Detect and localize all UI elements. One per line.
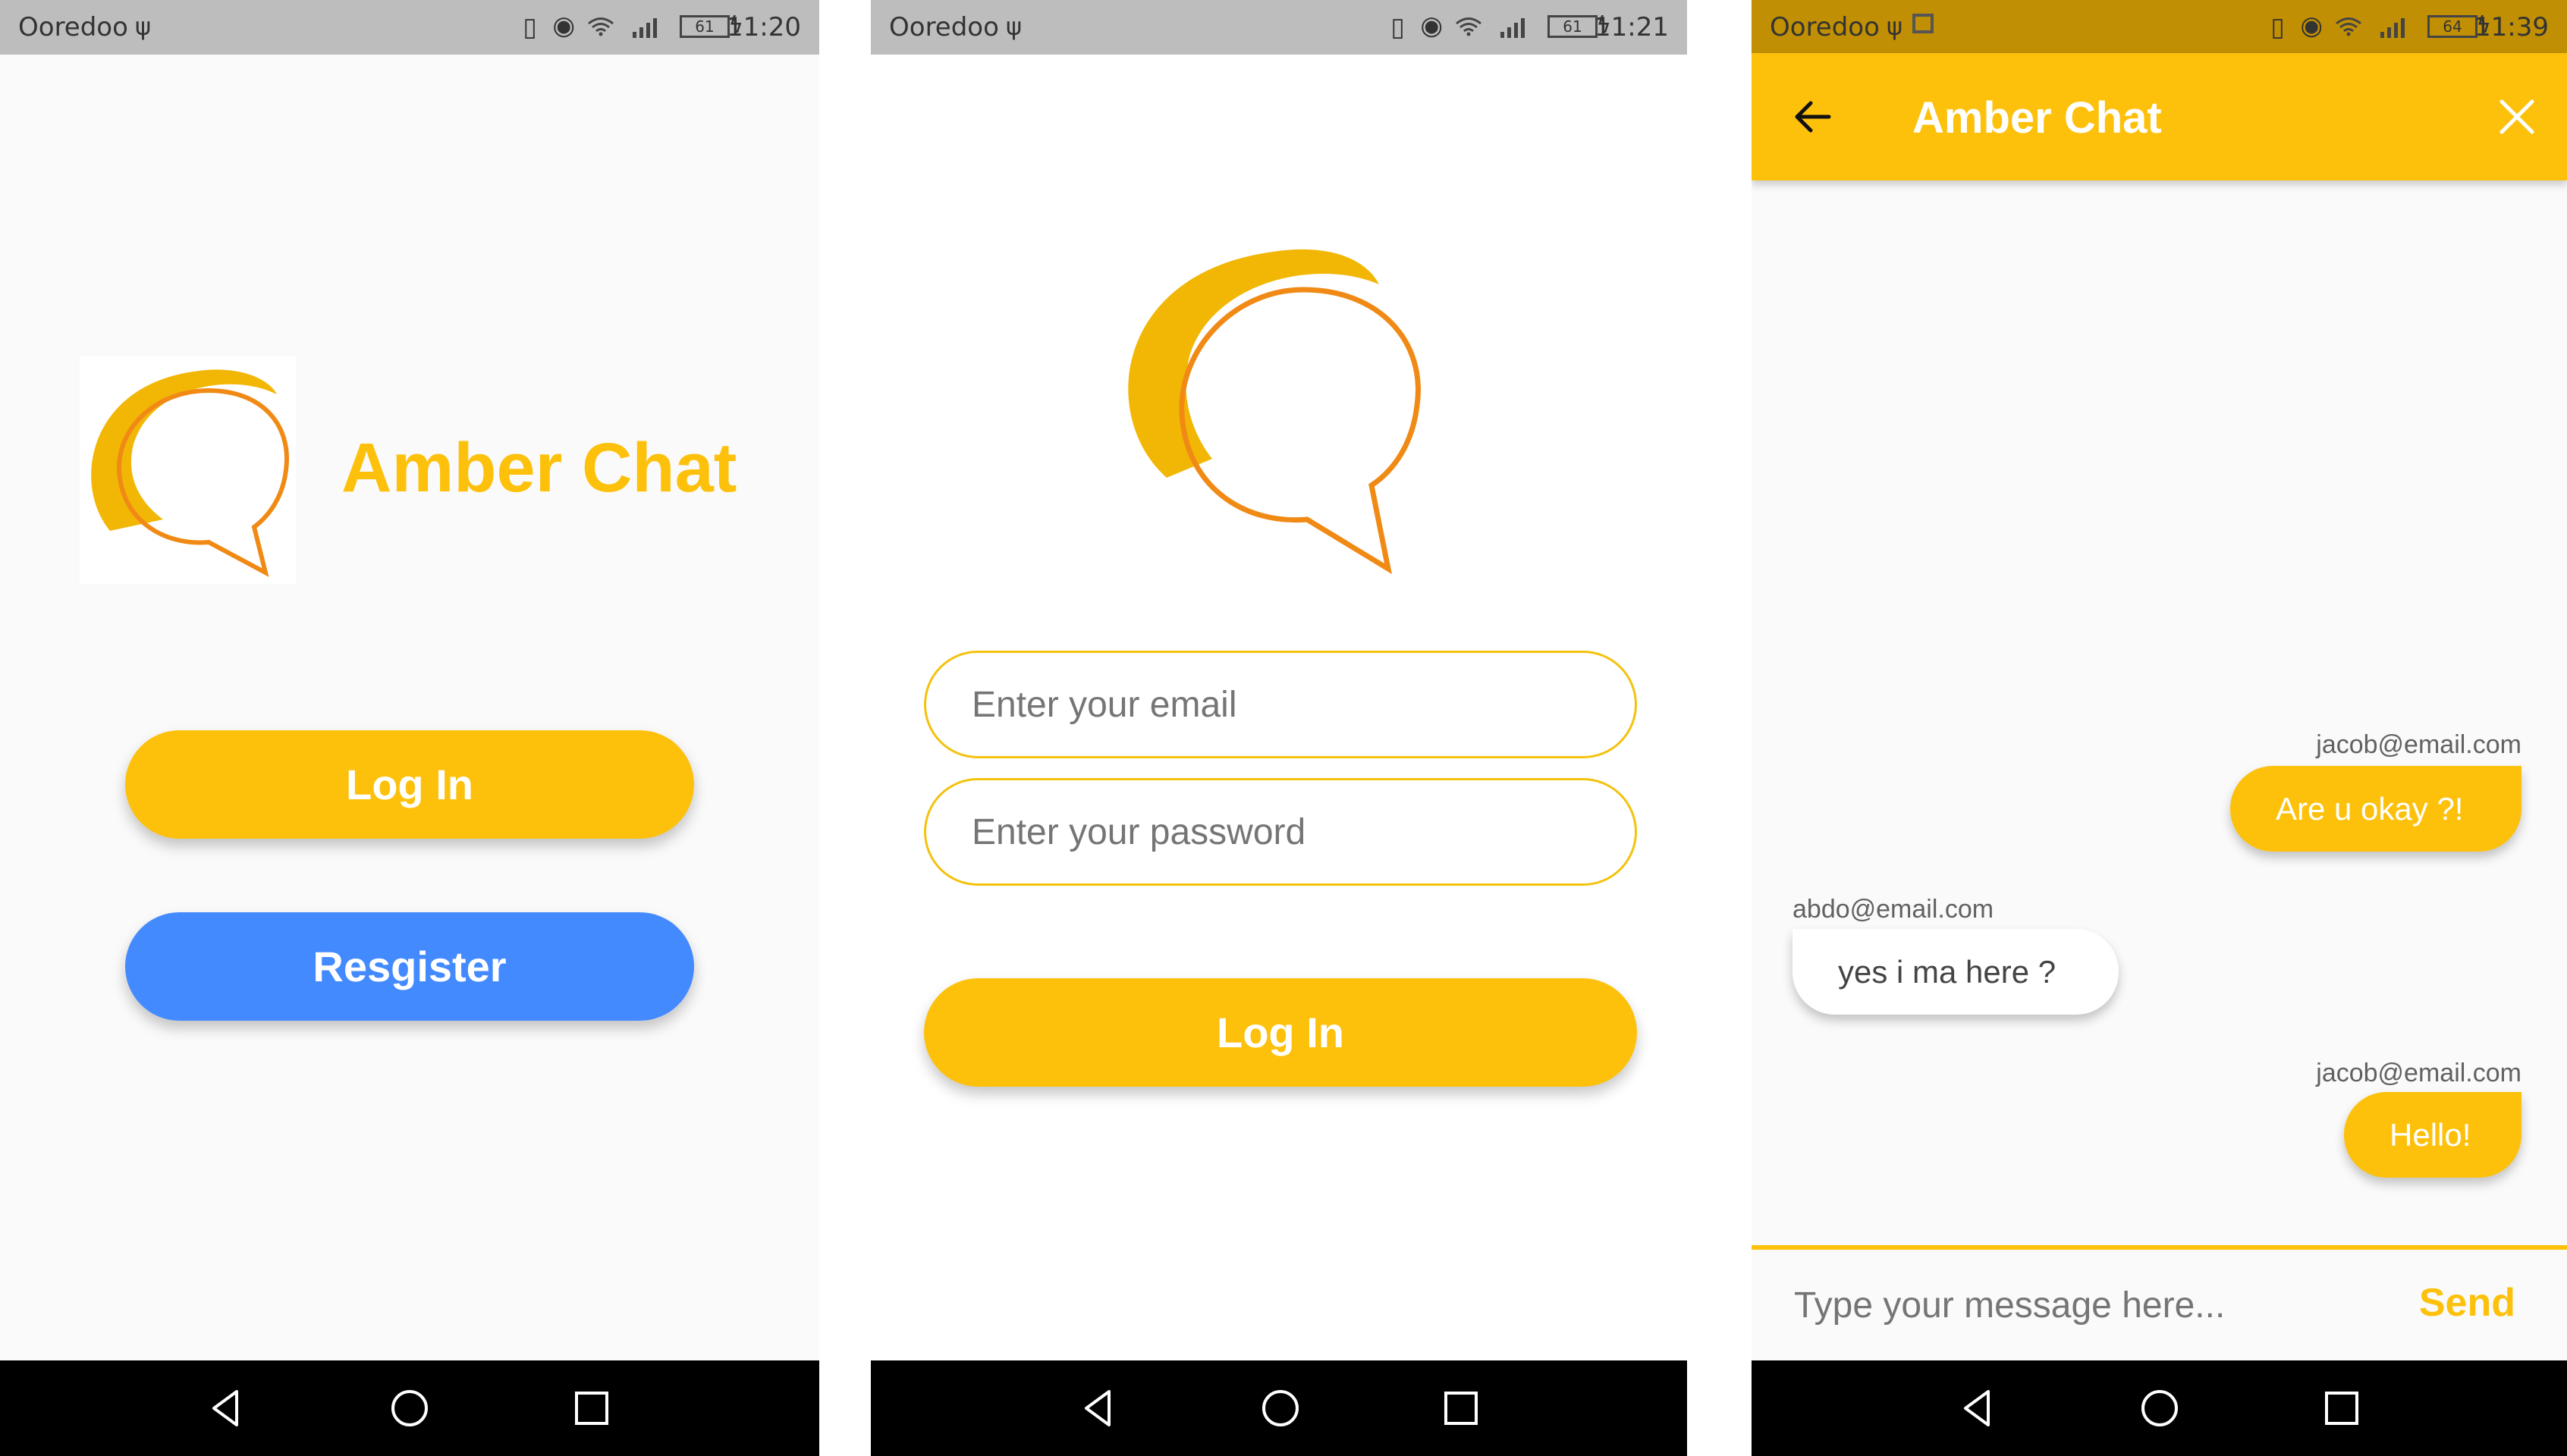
clock: 11:39	[2474, 12, 2549, 42]
login-screen: Ooredoo ψ ▯ ◉ 61 ϟ 11:21 Log In	[871, 0, 1687, 1456]
clock: 11:21	[1595, 12, 1669, 42]
back-nav-icon[interactable]	[205, 1387, 247, 1429]
clock: 11:20	[727, 12, 801, 42]
send-button[interactable]: Send	[2419, 1280, 2515, 1326]
message-input[interactable]	[1793, 1270, 2387, 1340]
password-field[interactable]	[924, 778, 1637, 886]
wifi-icon	[1456, 17, 1481, 36]
app-bar: Amber Chat	[1752, 53, 2567, 180]
usb-icon: ψ	[1006, 12, 1023, 41]
chat-bubble-logo-icon	[91, 369, 289, 577]
vibrate-icon: ▯	[2270, 12, 2285, 42]
back-nav-icon[interactable]	[1077, 1387, 1120, 1429]
message-bubble: Are u okay ?!	[2230, 766, 2521, 852]
app-logo	[1114, 243, 1440, 576]
home-nav-icon[interactable]	[2138, 1387, 2181, 1429]
status-bar: Ooredoo ψ ▯ ◉ 64 ϟ 11:39	[1752, 0, 2567, 53]
back-nav-icon[interactable]	[1956, 1387, 1999, 1429]
usb-icon: ψ	[1887, 12, 1903, 41]
close-icon[interactable]	[2497, 97, 2537, 136]
carrier-name: Ooredoo	[18, 12, 128, 42]
chat-bubble-logo-icon	[1128, 249, 1421, 575]
recents-nav-icon[interactable]	[570, 1387, 613, 1429]
status-bar: Ooredoo ψ ▯ ◉ 61 ϟ 11:21	[871, 0, 1687, 55]
notification-icon	[1912, 14, 1934, 33]
arrow-left-icon[interactable]	[1789, 94, 1835, 140]
eye-icon: ◉	[552, 11, 575, 41]
wifi-icon	[588, 17, 614, 36]
vibrate-icon: ▯	[523, 12, 537, 42]
status-bar: Ooredoo ψ ▯ ◉ 61 ϟ 11:20	[0, 0, 819, 55]
home-nav-icon[interactable]	[1259, 1387, 1302, 1429]
usb-icon: ψ	[135, 12, 152, 41]
welcome-screen: Ooredoo ψ ▯ ◉ 61 ϟ 11:20 Amber Chat Log …	[0, 0, 819, 1456]
app-logo	[80, 356, 296, 584]
navigation-bar	[0, 1360, 819, 1456]
message-sender: jacob@email.com	[2316, 730, 2521, 759]
message-sender: jacob@email.com	[2316, 1059, 2521, 1087]
chat-title: Amber Chat	[1912, 93, 2162, 143]
vibrate-icon: ▯	[1390, 12, 1405, 42]
battery-icon: 61	[680, 15, 730, 38]
eye-icon: ◉	[1420, 11, 1443, 41]
signal-icon	[2380, 18, 2405, 38]
eye-icon: ◉	[2300, 11, 2323, 41]
message-bubble: yes i ma here ?	[1793, 929, 2119, 1015]
login-button[interactable]: Log In	[125, 730, 694, 839]
carrier-name: Ooredoo	[889, 12, 999, 42]
navigation-bar	[871, 1360, 1687, 1456]
battery-icon: 61	[1547, 15, 1598, 38]
register-button[interactable]: Resgister	[125, 912, 694, 1021]
chat-screen: Ooredoo ψ ▯ ◉ 64 ϟ 11:39 Amber Chat jaco…	[1752, 0, 2567, 1456]
wifi-icon	[2336, 17, 2361, 36]
login-button[interactable]: Log In	[924, 978, 1637, 1087]
message-bubble: Hello!	[2344, 1092, 2521, 1178]
app-title: Amber Chat	[341, 429, 737, 507]
battery-icon: 64	[2427, 15, 2477, 38]
message-sender: abdo@email.com	[1793, 895, 1994, 924]
email-field[interactable]	[924, 651, 1637, 758]
navigation-bar	[1752, 1360, 2567, 1456]
signal-icon	[633, 18, 657, 38]
recents-nav-icon[interactable]	[1440, 1387, 1482, 1429]
recents-nav-icon[interactable]	[2320, 1387, 2363, 1429]
signal-icon	[1500, 18, 1525, 38]
compose-divider	[1752, 1245, 2567, 1250]
home-nav-icon[interactable]	[388, 1387, 431, 1429]
carrier-name: Ooredoo	[1770, 12, 1880, 42]
